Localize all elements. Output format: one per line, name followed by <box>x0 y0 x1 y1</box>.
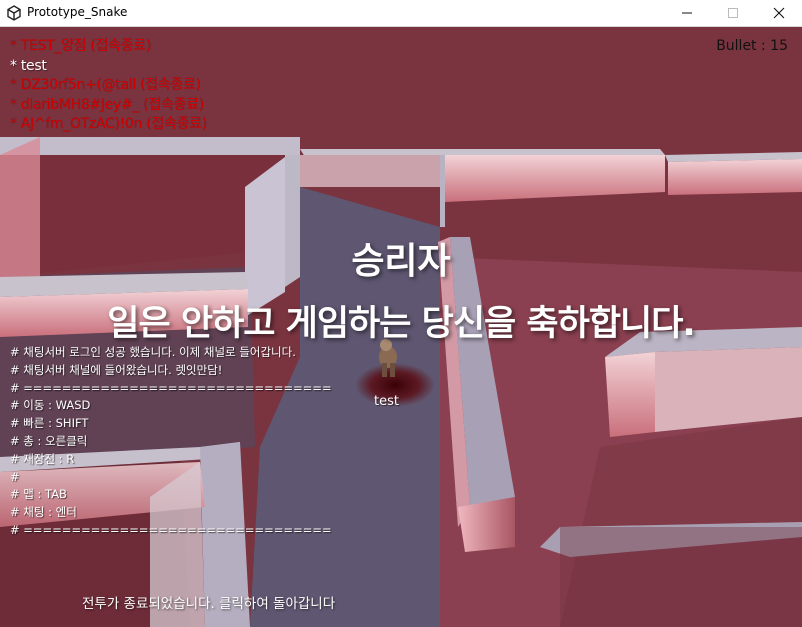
chat-log-line: # 맵 : TAB <box>10 487 67 502</box>
wall-side-3 <box>668 159 802 195</box>
player-list-item: * test <box>10 57 47 74</box>
chat-log-line: # 재장전 : R <box>10 451 75 466</box>
close-button[interactable] <box>756 0 802 26</box>
wall-top-2 <box>440 155 445 227</box>
chat-log-line: # 빠른 : SHIFT <box>10 416 89 431</box>
chat-log-line: # ================================ <box>10 522 332 537</box>
chat-log-line: # 채팅서버 채널에 들어왔습니다. 렛잇만담! <box>10 362 223 377</box>
window-title: Prototype_Snake <box>27 5 128 19</box>
maximize-icon <box>728 8 738 18</box>
wall-side-1 <box>300 155 440 187</box>
chat-log-line: # 채팅 : 엔터 <box>10 505 77 520</box>
close-icon <box>773 7 785 19</box>
player-list-item: * TEST_양점 (접속종료) <box>10 38 152 54</box>
game-viewport[interactable]: * TEST_양점 (접속종료) * test * DZ30rf5n+(@tal… <box>0 27 802 627</box>
maximize-button[interactable] <box>710 0 756 26</box>
unity-icon <box>7 5 21 21</box>
player-list: * TEST_양점 (접속종료) * test * DZ30rf5n+(@tal… <box>10 37 207 135</box>
victory-message: 일은 안하고 게임하는 당신을 축하합니다. <box>107 304 695 344</box>
title-bar[interactable]: Prototype_Snake <box>0 0 802 27</box>
minimize-icon <box>682 12 692 14</box>
chat-log-line: # <box>10 469 20 484</box>
wall-top-left <box>0 137 300 155</box>
minimize-button[interactable] <box>664 0 710 26</box>
app-window: Prototype_Snake * TEST_양점 (접속종료) * test … <box>0 0 802 627</box>
chat-log: # 채팅서버 로그인 성공 했습니다. 이제 채널로 들어갑니다. # 채팅서버… <box>10 344 332 540</box>
chat-log-line: # ================================ <box>10 380 332 395</box>
chat-log-line: # 총 : 오른클릭 <box>10 433 88 448</box>
bullet-label: Bullet : <box>716 38 771 54</box>
wall-right-low-face <box>560 527 802 627</box>
player-list-item: * AJ^fm_OTzAC)!0n (접속종료) <box>10 116 208 132</box>
player-list-item: * dlaribMH8#Jey#_ (접속종료) <box>10 96 205 113</box>
chat-log-line: # 채팅서버 로그인 성공 했습니다. 이제 채널로 들어갑니다. <box>10 345 296 359</box>
wall-right-mid-side <box>605 352 655 437</box>
victory-title: 승리자 <box>351 241 451 282</box>
battle-end-message[interactable]: 전투가 종료되었습니다. 클릭하여 돌아갑니다 <box>82 592 335 612</box>
bullet-counter: Bullet : 15 <box>716 38 788 54</box>
player-list-item: * DZ30rf5n+(@tall (접속종료) <box>10 77 201 93</box>
chat-log-line: # 이동 : WASD <box>10 398 91 413</box>
bullet-count: 15 <box>770 38 788 54</box>
player-name-tag: test <box>374 394 399 409</box>
